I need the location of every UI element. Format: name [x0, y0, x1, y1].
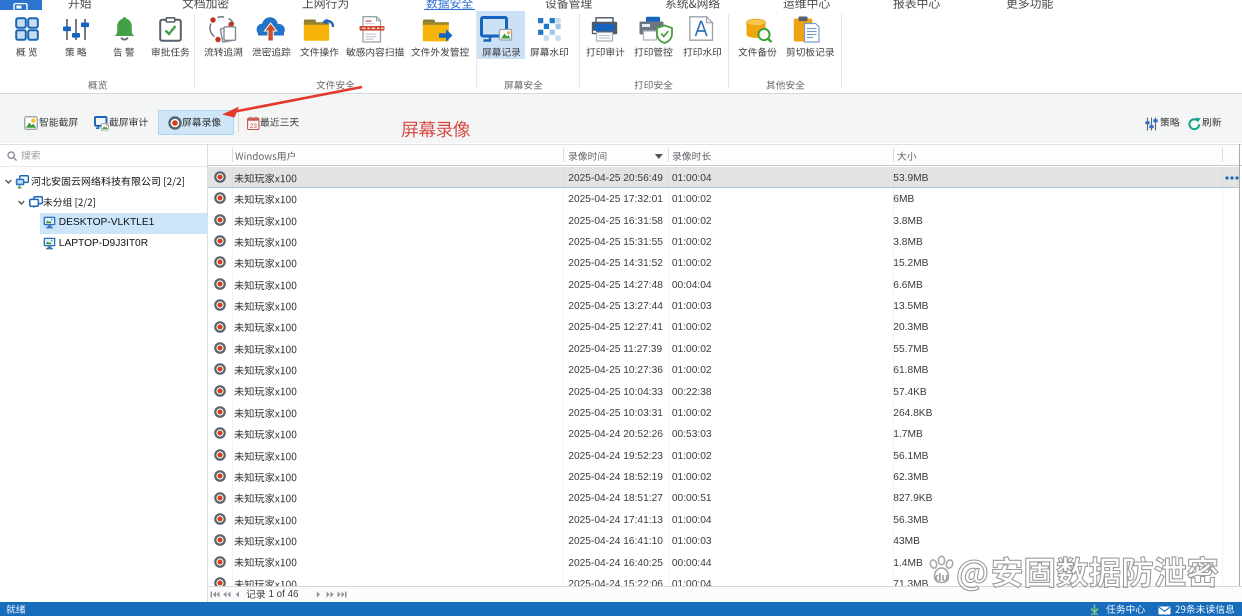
svg-text:23: 23: [250, 122, 258, 129]
svg-text:du: du: [935, 572, 948, 584]
